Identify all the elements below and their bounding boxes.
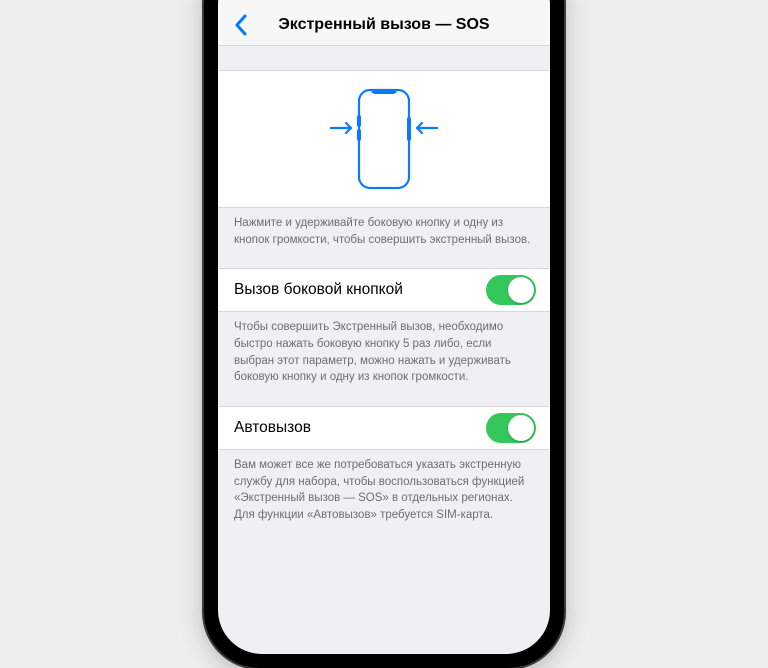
navigation-bar: Экстренный вызов — SOS — [218, 4, 550, 46]
side-button-call-cell[interactable]: Вызов боковой кнопкой — [218, 268, 550, 312]
auto-call-caption: Вам может все же потребоваться указать э… — [218, 450, 550, 534]
side-button-call-label: Вызов боковой кнопкой — [234, 281, 403, 299]
scroll-content[interactable]: Нажмите и удерживайте боковую кнопку и о… — [218, 46, 550, 654]
auto-call-cell[interactable]: Автовызов — [218, 406, 550, 450]
auto-call-switch[interactable] — [486, 413, 536, 443]
back-button[interactable] — [226, 14, 254, 36]
device-screen: 09:41 Экстренный вызов — SOS — [218, 0, 550, 654]
hero-caption: Нажмите и удерживайте боковую кнопку и о… — [218, 208, 550, 258]
chevron-left-icon — [234, 14, 247, 36]
phone-squeeze-icon — [319, 84, 449, 194]
page-title: Экстренный вызов — SOS — [218, 16, 550, 34]
hero-illustration — [218, 70, 550, 208]
auto-call-label: Автовызов — [234, 419, 311, 437]
side-button-call-switch[interactable] — [486, 275, 536, 305]
side-button-call-caption: Чтобы совершить Экстренный вызов, необхо… — [218, 312, 550, 396]
device-frame: 09:41 Экстренный вызов — SOS — [204, 0, 564, 668]
